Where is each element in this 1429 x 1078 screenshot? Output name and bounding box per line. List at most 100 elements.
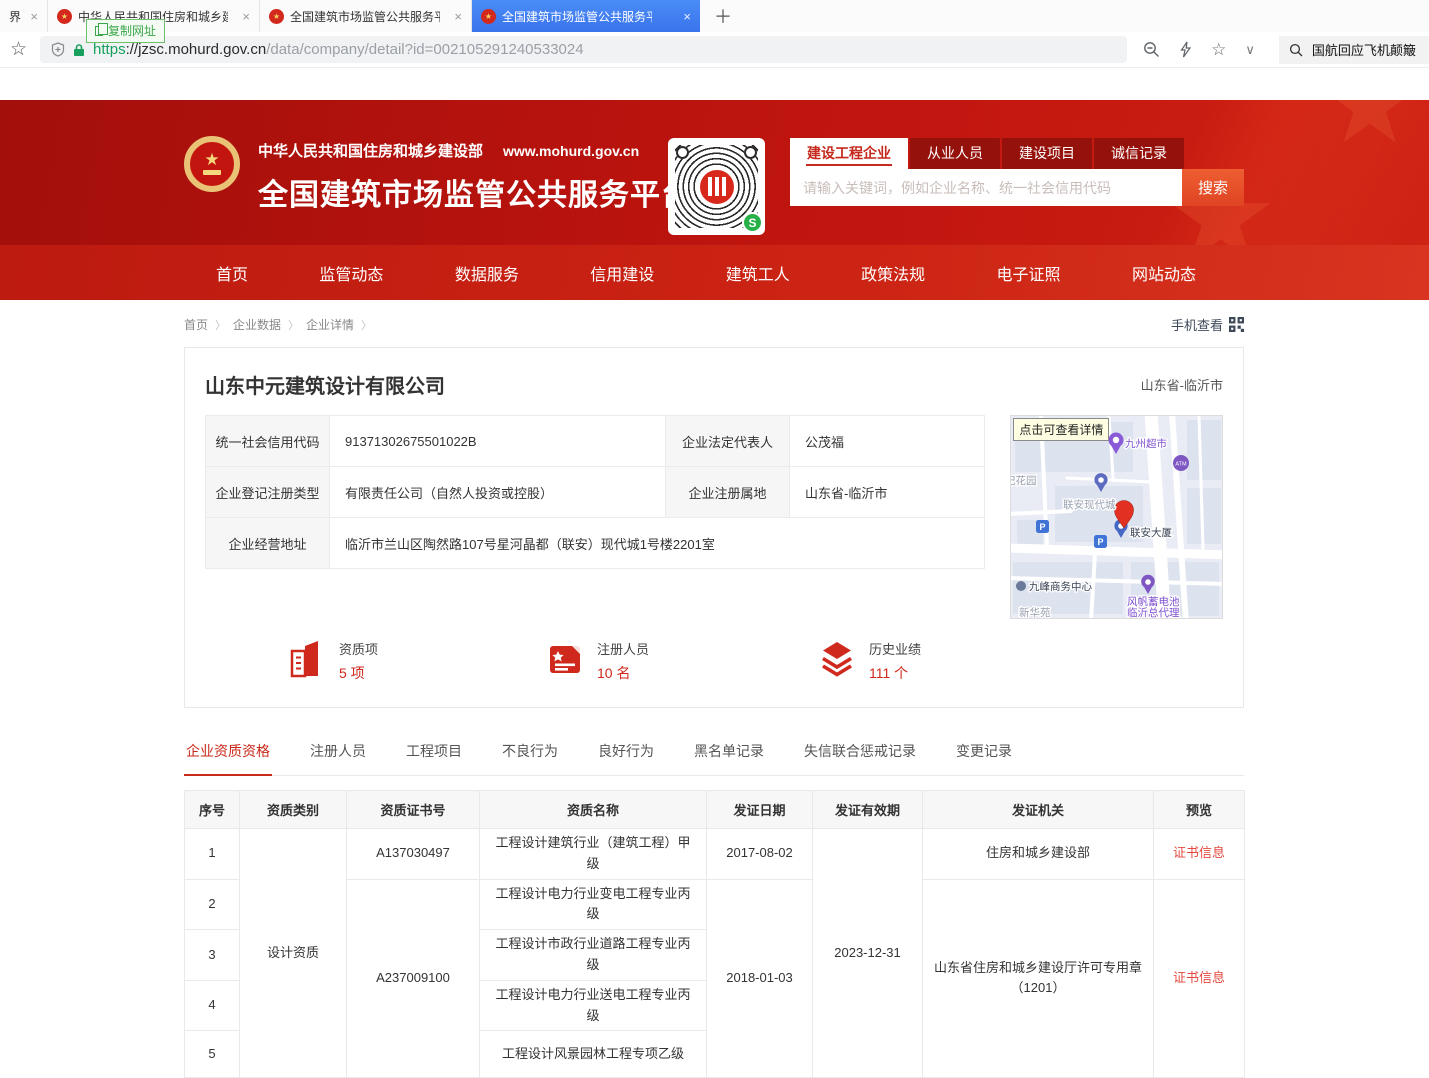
row-no: 5 [185, 1031, 240, 1078]
nav-e-license[interactable]: 电子证照 [997, 261, 1061, 285]
row-no: 1 [185, 829, 240, 880]
site-qr-code: S [668, 138, 765, 235]
tab-changes[interactable]: 变更记录 [954, 732, 1014, 775]
certificate-info-link[interactable]: 证书信息 [1173, 970, 1225, 985]
url-text[interactable]: https://jzsc.mohurd.gov.cn/data/company/… [93, 41, 584, 58]
browser-search-box[interactable]: 国航回应飞机颠簸 [1279, 36, 1429, 64]
decor-star: ★ [1320, 100, 1419, 168]
tab-title: 界 [9, 8, 21, 25]
lock-icon [73, 43, 85, 57]
reg-type-value: 有限责任公司（自然人投资或控股） [330, 467, 666, 518]
favorite-star-icon[interactable]: ☆ [1211, 40, 1226, 60]
search-tab-credit[interactable]: 诚信记录 [1094, 138, 1184, 169]
company-region: 山东省-临沂市 [1141, 375, 1223, 394]
nav-workers[interactable]: 建筑工人 [726, 261, 790, 285]
address-bar[interactable]: https://jzsc.mohurd.gov.cn/data/company/… [40, 36, 1127, 63]
map-label: 联安现代城 [1063, 498, 1116, 511]
qrcode-icon [1229, 317, 1244, 332]
legal-rep-label: 企业法定代表人 [666, 416, 790, 467]
browser-toolbar-icons: ☆ ∨ [1143, 40, 1255, 60]
stat-historical-performance: 历史业绩 111 个 [817, 639, 1075, 683]
svg-text:P: P [1098, 537, 1104, 547]
tab-dishonesty[interactable]: 失信联合惩戒记录 [802, 732, 918, 775]
stat-label: 资质项 [339, 639, 378, 658]
building-icon [287, 639, 327, 679]
company-location-map[interactable]: 点击可查看详情 [1010, 415, 1223, 619]
company-name: 山东中元建筑设计有限公司 [205, 370, 445, 399]
certificate-info-link[interactable]: 证书信息 [1173, 845, 1225, 860]
search-tab-enterprise[interactable]: 建设工程企业 [790, 138, 908, 169]
platform-title: 全国建筑市场监管公共服务平台 [258, 170, 692, 214]
search-tab-project[interactable]: 建设项目 [1002, 138, 1092, 169]
tab-blacklist[interactable]: 黑名单记录 [692, 732, 766, 775]
map-label: 临沂总代理 [1127, 606, 1180, 619]
zoom-out-icon[interactable] [1143, 41, 1160, 58]
company-stats: 资质项 5 项 注册人员 10 名 [205, 639, 1223, 683]
tab-bad-behavior[interactable]: 不良行为 [500, 732, 560, 775]
qualification-name: 工程设计市政行业道路工程专业丙级 [480, 930, 707, 981]
breadcrumb-company-data[interactable]: 企业数据 [233, 316, 281, 333]
poi-icon [1016, 581, 1026, 591]
issuing-authority: 山东省住房和城乡建设厅许可专用章（1201） [923, 879, 1154, 1078]
stat-value[interactable]: 5 项 [339, 663, 378, 683]
browser-tab-active[interactable]: ★ 全国建筑市场监管公共服务平台 × [472, 0, 700, 32]
nav-data-service[interactable]: 数据服务 [455, 261, 519, 285]
breadcrumb-separator: 〉 [288, 317, 299, 333]
mobile-view[interactable]: 手机查看 [1171, 315, 1244, 334]
issue-date: 2018-01-03 [707, 879, 813, 1078]
browser-url-bar: ☆ https://jzsc.mohurd.gov.cn/data/compan… [0, 32, 1429, 68]
issue-date: 2017-08-02 [707, 829, 813, 880]
breadcrumb-separator: 〉 [361, 317, 372, 333]
search-icon [1289, 43, 1303, 57]
tab-registered-personnel[interactable]: 注册人员 [308, 732, 368, 775]
nav-home[interactable]: 首页 [216, 261, 248, 285]
row-no: 4 [185, 980, 240, 1031]
browser-tab-2[interactable]: ★ 全国建筑市场监管公共服务平台 × [260, 0, 472, 32]
chevron-down-icon[interactable]: ∨ [1245, 42, 1255, 58]
platform-logo-icon [697, 167, 737, 207]
site-header: ★ ★ ★ ★ 中华人民共和国住房和城乡建设部www.mohurd.gov.cn… [0, 100, 1429, 300]
ministry-url: www.mohurd.gov.cn [503, 143, 639, 159]
new-tab-icon[interactable]: ＋ [714, 3, 732, 29]
site-title-block: 中华人民共和国住房和城乡建设部 www.mohurd.gov.cn 全国建筑市场监… [258, 140, 692, 214]
cert-no: A237009100 [347, 879, 480, 1078]
search-query: 国航回应飞机颠簸 [1312, 40, 1416, 59]
stat-value[interactable]: 10 名 [597, 663, 649, 683]
bookmark-star-icon[interactable]: ☆ [10, 38, 27, 61]
stat-label: 历史业绩 [869, 639, 921, 658]
wechat-scan-icon: S [742, 212, 763, 233]
certificate-icon [545, 639, 585, 679]
emblem-favicon-icon: ★ [269, 9, 284, 24]
row-no: 2 [185, 879, 240, 930]
stat-label: 注册人员 [597, 639, 649, 658]
tab-projects[interactable]: 工程项目 [404, 732, 464, 775]
close-icon[interactable]: × [454, 9, 462, 24]
stat-value[interactable]: 111 个 [869, 663, 921, 683]
stat-qualifications: 资质项 5 项 [287, 639, 545, 683]
issuing-authority: 住房和城乡建设部 [923, 829, 1154, 880]
nav-credit[interactable]: 信用建设 [590, 261, 654, 285]
reg-type-label: 企业登记注册类型 [206, 467, 330, 518]
tab-qualifications[interactable]: 企业资质资格 [184, 732, 272, 776]
ministry-name: 中华人民共和国住房和城乡建设部 [258, 143, 483, 160]
copy-url-tooltip: 复制网址 [86, 19, 165, 43]
close-icon[interactable]: × [683, 9, 691, 24]
search-tab-personnel[interactable]: 从业人员 [910, 138, 1000, 169]
qualification-name: 工程设计风景园林工程专项乙级 [480, 1031, 707, 1078]
search-button[interactable]: 搜索 [1182, 169, 1244, 206]
legal-rep-value: 公茂福 [790, 416, 985, 467]
nav-supervision[interactable]: 监管动态 [319, 261, 383, 285]
shield-icon[interactable] [51, 42, 65, 57]
browser-tab-0[interactable]: 界 × [0, 0, 48, 32]
breadcrumb-home[interactable]: 首页 [184, 316, 208, 333]
close-icon[interactable]: × [30, 9, 38, 24]
keyword-search-input[interactable] [790, 169, 1182, 206]
nav-site-news[interactable]: 网站动态 [1132, 261, 1196, 285]
site-search-widget: 建设工程企业 从业人员 建设项目 诚信记录 搜索 [790, 138, 1244, 206]
breadcrumb-company-detail[interactable]: 企业详情 [306, 316, 354, 333]
close-icon[interactable]: × [242, 9, 250, 24]
tab-good-behavior[interactable]: 良好行为 [596, 732, 656, 775]
lightning-icon[interactable] [1179, 41, 1192, 58]
qualification-category: 设计资质 [240, 829, 347, 1078]
nav-policy[interactable]: 政策法规 [861, 261, 925, 285]
